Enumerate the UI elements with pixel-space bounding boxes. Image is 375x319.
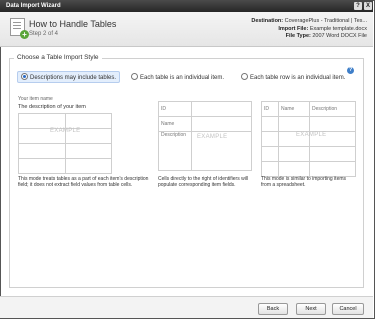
wizard-header: + How to Handle Tables Step 2 of 4 Desti… xyxy=(0,12,373,47)
back-button[interactable]: Back xyxy=(258,303,288,315)
field-name: Name xyxy=(158,116,192,132)
option-row-per-item[interactable]: Each table row is an individual item. xyxy=(241,73,345,81)
option-label: Each table row is an individual item. xyxy=(250,75,346,81)
example-watermark: EXAMPLE xyxy=(197,134,228,140)
destination-value: CoveragePlus - Traditional | Tes... xyxy=(284,18,367,24)
option-label: Each table is an individual item. xyxy=(140,75,225,81)
close-window-button[interactable]: X xyxy=(364,2,372,10)
column-name: Name xyxy=(278,101,310,117)
cancel-button[interactable]: Cancel xyxy=(332,303,364,315)
radio-icon[interactable] xyxy=(21,73,28,80)
destination-label: Destination: xyxy=(251,18,284,24)
title-bar: Data Import Wizard ? X xyxy=(0,0,373,12)
window-title: Data Import Wizard xyxy=(6,3,61,9)
import-meta: Destination: CoveragePlus - Traditional … xyxy=(251,18,367,41)
field-description: Description xyxy=(158,131,192,171)
example-table-3: ID Name Description xyxy=(261,101,356,177)
column-description: Description xyxy=(309,101,356,117)
group-legend: Choose a Table Import Style xyxy=(14,54,102,61)
example-note-2: Cells directly to the right of identifie… xyxy=(158,176,249,188)
option-table-per-item[interactable]: Each table is an individual item. xyxy=(131,73,224,81)
next-button[interactable]: Next xyxy=(296,303,326,315)
field-id: ID xyxy=(158,101,192,117)
example-watermark: EXAMPLE xyxy=(296,132,327,138)
example-note-3: This mode is similar to importing items … xyxy=(261,176,347,188)
radio-icon[interactable] xyxy=(241,73,248,80)
import-file-label: Import File: xyxy=(278,25,309,32)
example-item-name-label: Your item name xyxy=(18,96,53,102)
step-indicator: Step 2 of 4 xyxy=(29,31,59,37)
radio-icon[interactable] xyxy=(131,73,138,80)
help-window-button[interactable]: ? xyxy=(354,2,362,10)
file-type-label: File Type: xyxy=(285,33,311,39)
option-descriptions-include-tables[interactable]: Descriptions may include tables. xyxy=(17,71,121,83)
file-type-value: 2007 Word DOCX File xyxy=(312,33,367,39)
document-add-icon: + xyxy=(10,18,29,39)
import-file-value: Example template.docx xyxy=(309,25,367,32)
page-title: How to Handle Tables xyxy=(29,19,117,29)
column-id: ID xyxy=(261,101,279,117)
example-table-1 xyxy=(18,113,112,174)
example-note-1: This mode treats tables as a part of eac… xyxy=(18,176,149,188)
help-icon[interactable]: ? xyxy=(347,67,354,74)
example-watermark: EXAMPLE xyxy=(50,128,81,134)
option-label: Descriptions may include tables. xyxy=(30,75,117,81)
example-item-description: The description of your item xyxy=(18,104,86,110)
